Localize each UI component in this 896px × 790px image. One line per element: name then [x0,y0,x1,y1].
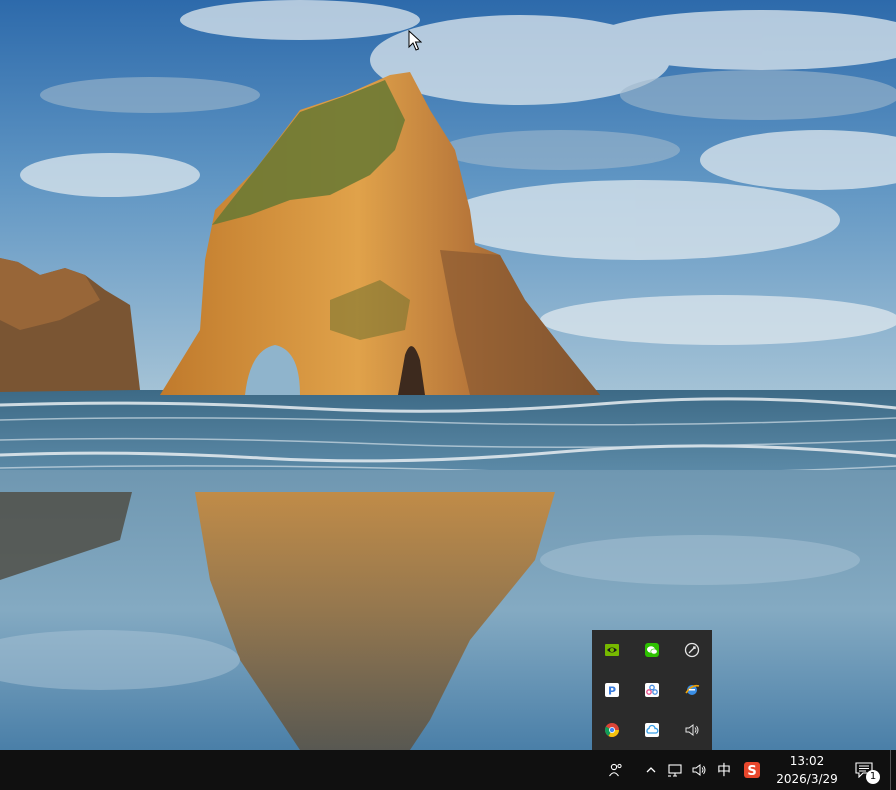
p-app-icon[interactable]: P [592,670,632,710]
ime-mode-indicator[interactable]: 中 [712,750,736,790]
volume-icon[interactable] [688,750,710,790]
show-desktop-button[interactable] [890,750,896,790]
sogou-ime-icon[interactable]: S [740,750,764,790]
wallpaper-image [0,0,896,750]
volume-icon[interactable] [672,710,712,750]
mouse-cursor-icon [408,30,422,51]
chrome-icon[interactable] [592,710,632,750]
tray-overflow-popup: P [592,630,712,750]
wechat-icon[interactable] [632,630,672,670]
desktop-wallpaper[interactable] [0,0,896,750]
system-clock[interactable]: 13:02 2026/3/29 [768,750,846,790]
sogou-label: S [747,764,756,779]
clock-date: 2026/3/29 [776,772,838,786]
nvidia-icon[interactable] [592,630,632,670]
ie-browser-icon[interactable] [672,670,712,710]
rocket-tray-icon[interactable] [672,630,712,670]
cloud-sync-icon[interactable] [632,710,672,750]
people-icon[interactable] [604,750,628,790]
notification-count-badge: 1 [866,770,880,784]
clock-time: 13:02 [789,754,825,768]
cluster-app-icon[interactable] [632,670,672,710]
chevron-up-icon[interactable] [642,750,660,790]
network-icon[interactable] [664,750,686,790]
taskbar: 中 S 13:02 2026/3/29 [0,750,896,790]
svg-text:P: P [608,685,616,698]
